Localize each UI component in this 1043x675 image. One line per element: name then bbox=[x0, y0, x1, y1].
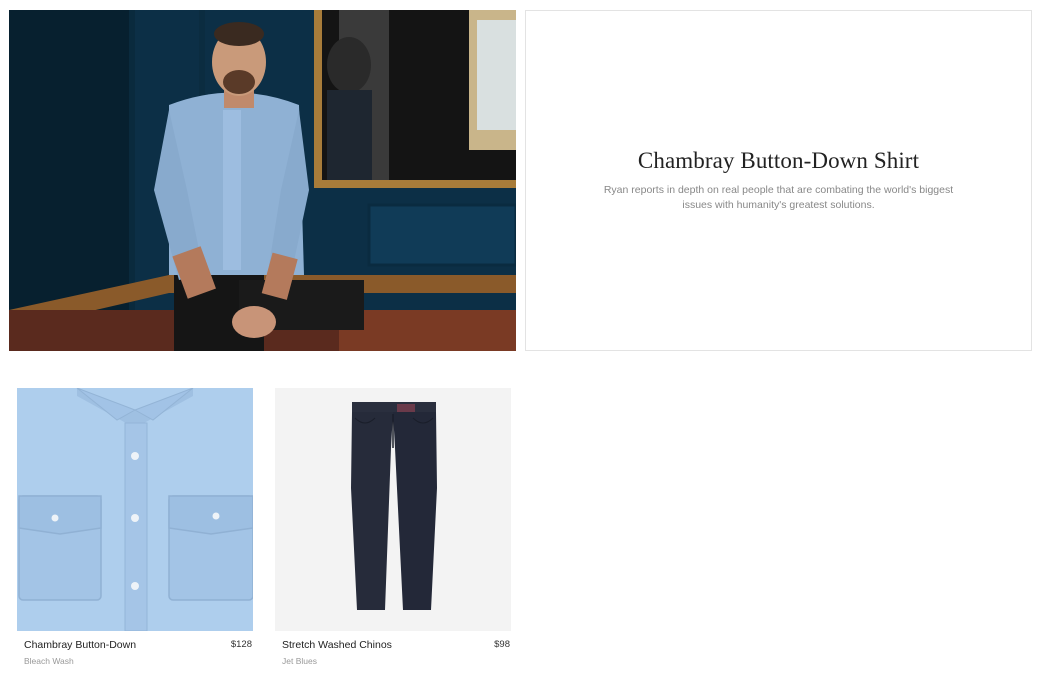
product-price: $128 bbox=[230, 639, 252, 650]
chinos-image bbox=[275, 388, 511, 631]
shirt-image bbox=[17, 388, 253, 631]
product-card-chambray-button-down[interactable]: Chambray Button-Down Bleach Wash $128 bbox=[17, 388, 253, 675]
product-name[interactable]: Stretch Washed Chinos bbox=[282, 639, 510, 651]
hero-photo-image bbox=[9, 10, 516, 351]
product-info: Stretch Washed Chinos Jet Blues $98 bbox=[275, 631, 511, 675]
product-card-stretch-washed-chinos[interactable]: Stretch Washed Chinos Jet Blues $98 bbox=[275, 388, 511, 675]
product-price: $98 bbox=[494, 639, 510, 650]
product-image-chinos[interactable] bbox=[275, 388, 511, 631]
product-variant: Jet Blues bbox=[282, 656, 317, 666]
product-variant: Bleach Wash bbox=[24, 656, 74, 666]
hero-description: Ryan reports in depth on real people tha… bbox=[603, 184, 954, 211]
product-info: Chambray Button-Down Bleach Wash $128 bbox=[17, 631, 253, 675]
product-image-shirt[interactable] bbox=[17, 388, 253, 631]
product-name[interactable]: Chambray Button-Down bbox=[24, 639, 252, 651]
hero-title[interactable]: Chambray Button-Down Shirt bbox=[638, 148, 919, 174]
hero-photo[interactable] bbox=[9, 10, 516, 351]
hero-card: Chambray Button-Down Shirt Ryan reports … bbox=[525, 10, 1032, 351]
